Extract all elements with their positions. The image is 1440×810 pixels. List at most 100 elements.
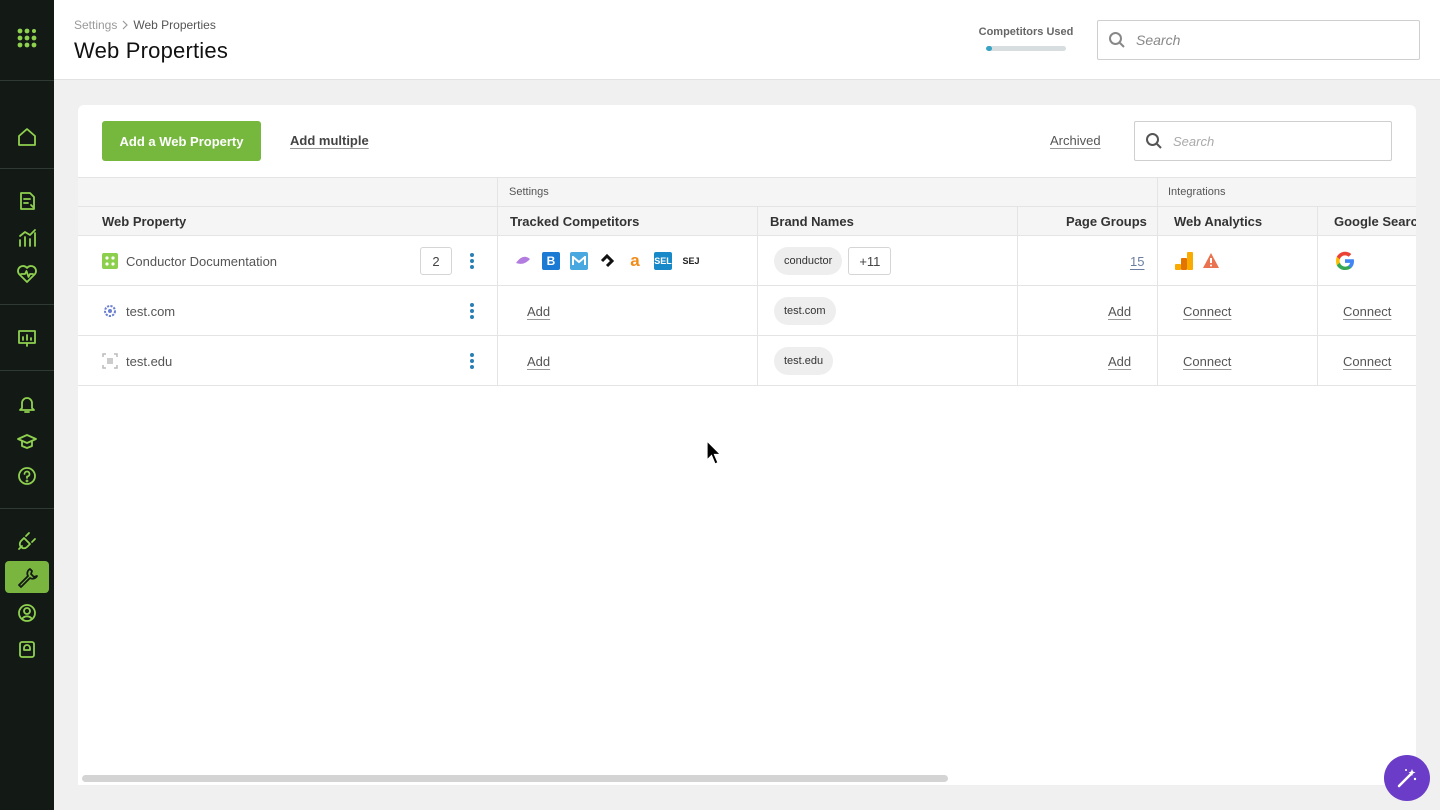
column-divider (497, 236, 498, 286)
web-property-name[interactable]: Conductor Documentation (126, 254, 277, 269)
conductor-logo-icon[interactable] (5, 22, 49, 54)
breadcrumb-settings[interactable]: Settings (74, 18, 117, 32)
column-divider (1317, 286, 1318, 336)
row-menu-button[interactable] (469, 286, 475, 336)
column-divider (497, 207, 498, 236)
table-row[interactable]: Conductor Documentation 2 B a SEL SEJ co… (78, 236, 1416, 286)
ai-assistant-button[interactable] (1384, 755, 1430, 801)
web-property-name[interactable]: test.edu (126, 354, 172, 369)
mouse-cursor-icon (706, 440, 722, 465)
column-divider (497, 178, 498, 208)
google-search-cell[interactable] (1334, 236, 1356, 286)
col-google-search[interactable]: Google Searc (1334, 214, 1416, 229)
add-multiple-link[interactable]: Add multiple (290, 133, 369, 148)
column-divider (757, 336, 758, 386)
page-groups-cell[interactable]: Add (1108, 336, 1131, 386)
academy-cap-icon[interactable] (5, 425, 49, 457)
add-web-property-button[interactable]: Add a Web Property (102, 121, 261, 161)
header-search-input[interactable] (1136, 32, 1396, 48)
add-competitors-link[interactable]: Add (527, 354, 550, 369)
kebab-menu-icon[interactable] (469, 253, 475, 269)
web-property-name[interactable]: test.com (126, 304, 175, 319)
count-badge[interactable]: 2 (420, 247, 452, 275)
connect-google-search-link[interactable]: Connect (1343, 304, 1391, 319)
content-report-icon[interactable] (5, 185, 49, 217)
brand-names-cell: test.com (774, 286, 836, 336)
column-divider (757, 236, 758, 286)
page-groups-link[interactable]: 15 (1130, 254, 1144, 269)
competitor-b-icon: B (542, 252, 560, 270)
col-page-groups[interactable]: Page Groups (1066, 214, 1147, 229)
google-search-cell[interactable]: Connect (1343, 286, 1391, 336)
tracked-competitors-cell[interactable]: B a SEL SEJ (514, 236, 710, 286)
sidebar-divider (0, 80, 54, 81)
column-divider (1157, 207, 1158, 236)
table-search-input[interactable] (1173, 133, 1373, 149)
breadcrumb-current: Web Properties (133, 18, 216, 32)
horizontal-scrollbar[interactable] (82, 775, 948, 782)
web-property-count[interactable]: 2 (420, 236, 452, 286)
integrations-plug-icon[interactable] (5, 525, 49, 557)
competitor-semrush-icon (514, 252, 532, 270)
settings-wrench-icon[interactable] (5, 561, 49, 593)
connect-web-analytics-link[interactable]: Connect (1183, 354, 1231, 369)
web-property-cell: test.edu (102, 336, 172, 386)
column-divider (1157, 336, 1158, 386)
table-search[interactable] (1134, 121, 1392, 161)
connect-google-search-link[interactable]: Connect (1343, 354, 1391, 369)
col-web-analytics[interactable]: Web Analytics (1174, 214, 1262, 229)
web-properties-table: Settings Integrations Web Property Track… (78, 177, 1416, 386)
connect-web-analytics-link[interactable]: Connect (1183, 304, 1231, 319)
table-row[interactable]: test.edu Add test.edu Add Connect Connec… (78, 336, 1416, 386)
home-icon[interactable] (5, 121, 49, 153)
table-column-header: Web Property Tracked Competitors Brand N… (78, 207, 1416, 236)
help-icon[interactable] (5, 460, 49, 492)
page-title: Web Properties (74, 38, 229, 63)
web-analytics-cell[interactable]: Connect (1183, 336, 1231, 386)
sidebar-divider (0, 370, 54, 371)
google-analytics-icon[interactable] (1174, 251, 1194, 271)
header-search[interactable] (1097, 20, 1420, 60)
col-web-property[interactable]: Web Property (102, 214, 186, 229)
row-menu-button[interactable] (469, 336, 475, 386)
tracked-competitors-cell[interactable]: Add (527, 286, 550, 336)
google-search-cell[interactable]: Connect (1343, 336, 1391, 386)
add-page-groups-link[interactable]: Add (1108, 304, 1131, 319)
sidebar-divider (0, 168, 54, 169)
web-analytics-cell[interactable]: Connect (1183, 286, 1231, 336)
page-groups-cell[interactable]: Add (1108, 286, 1131, 336)
site-health-icon[interactable] (5, 258, 49, 290)
bell-icon[interactable] (5, 388, 49, 420)
account-icon[interactable] (5, 597, 49, 629)
competitors-used-label: Competitors Used (978, 26, 1074, 38)
group-integrations: Integrations (1168, 186, 1226, 198)
col-brand-names[interactable]: Brand Names (770, 214, 854, 229)
brand-more-button[interactable]: +11 (848, 247, 892, 275)
rank-chart-icon[interactable] (5, 222, 49, 254)
google-g-icon[interactable] (1334, 250, 1356, 272)
table-row[interactable]: test.com Add test.com Add Connect Connec… (78, 286, 1416, 336)
tracked-competitors-cell[interactable]: Add (527, 336, 550, 386)
presentation-icon[interactable] (5, 322, 49, 354)
warning-icon[interactable] (1202, 252, 1220, 270)
column-divider (1317, 336, 1318, 386)
archived-link[interactable]: Archived (1050, 133, 1101, 148)
sidebar-divider (0, 304, 54, 305)
column-divider (1317, 207, 1318, 236)
kebab-menu-icon[interactable] (469, 303, 475, 319)
sidebar (0, 0, 54, 810)
search-icon (1109, 32, 1125, 48)
col-tracked-competitors[interactable]: Tracked Competitors (510, 214, 639, 229)
kebab-menu-icon[interactable] (469, 353, 475, 369)
column-divider (757, 207, 758, 236)
web-analytics-cell[interactable] (1174, 236, 1220, 286)
add-competitors-link[interactable]: Add (527, 304, 550, 319)
lock-icon[interactable] (5, 633, 49, 665)
column-divider (1017, 286, 1018, 336)
row-menu-button[interactable] (469, 236, 475, 286)
add-page-groups-link[interactable]: Add (1108, 354, 1131, 369)
group-settings: Settings (509, 186, 549, 198)
page-groups-cell[interactable]: 15 (1130, 236, 1144, 286)
competitors-used-progress-fill (986, 46, 993, 51)
column-divider (757, 286, 758, 336)
